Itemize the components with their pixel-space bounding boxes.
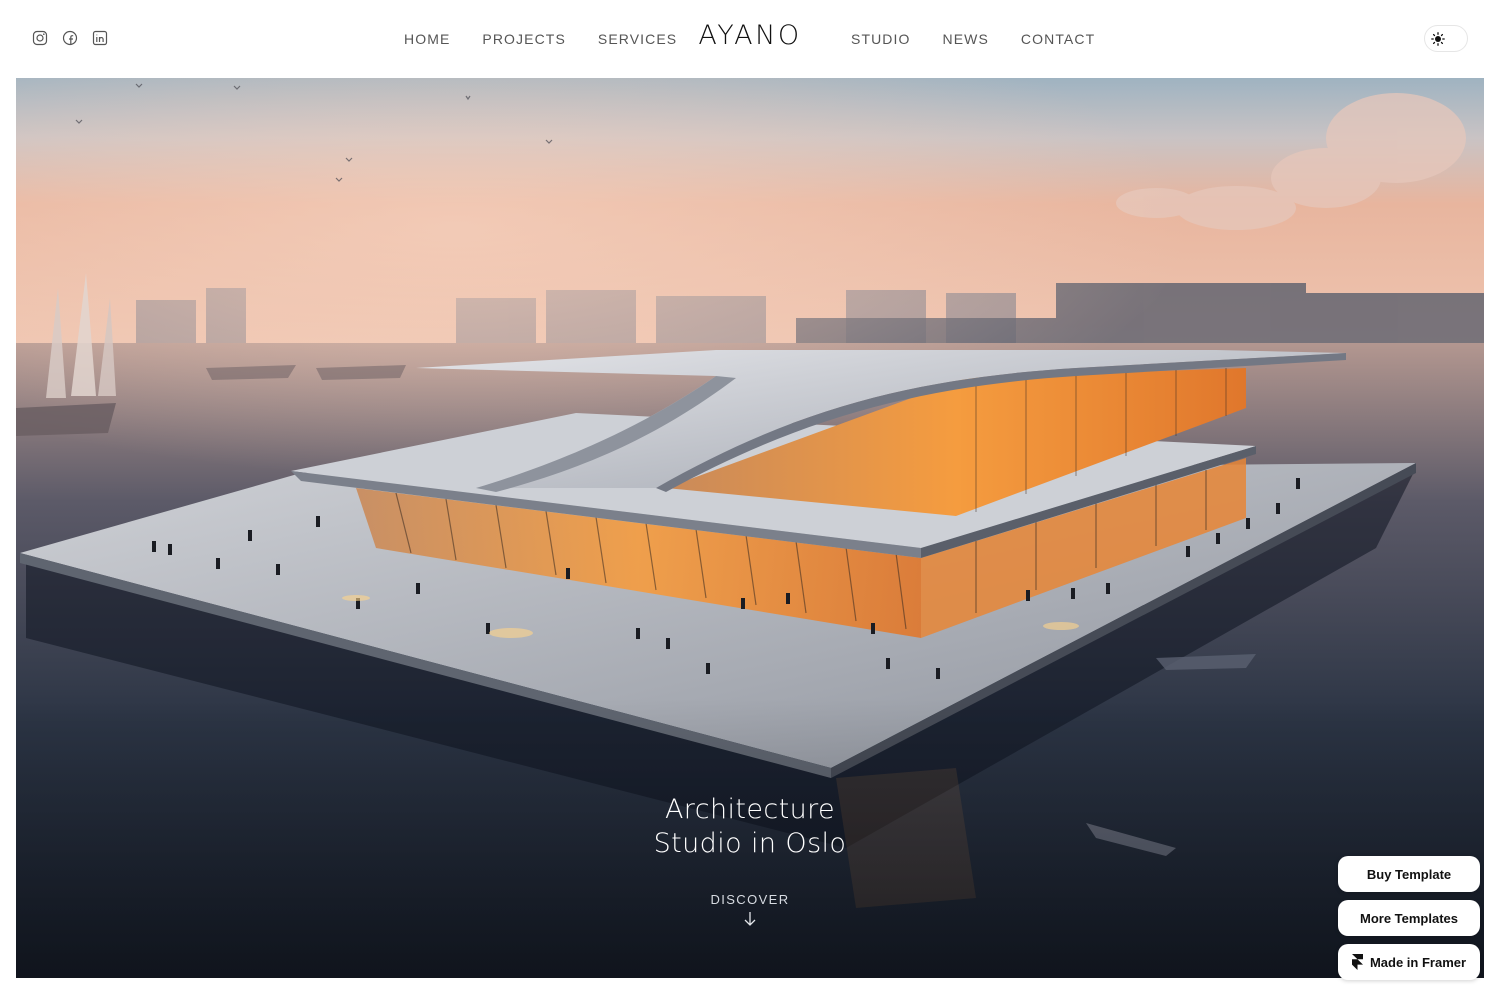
nav-projects[interactable]: PROJECTS [482,30,565,48]
more-templates-button[interactable]: More Templates [1338,900,1480,936]
nav-news[interactable]: NEWS [943,30,989,48]
primary-nav-right: STUDIO NEWS CONTACT [851,30,1095,48]
discover-link[interactable]: DISCOVER [16,892,1484,927]
instagram-icon[interactable] [32,30,48,46]
framer-icon [1351,954,1363,970]
theme-toggle[interactable] [1424,25,1468,52]
hero-title-line-1: Architecture [664,794,836,825]
primary-nav-left: HOME PROJECTS SERVICES [404,30,677,48]
social-links [32,30,108,46]
made-in-framer-button[interactable]: Made in Framer [1338,944,1480,980]
made-in-framer-label: Made in Framer [1369,954,1467,970]
sun-icon [1431,32,1445,46]
logo-wrapper: AYANO [0,20,1500,51]
hero-title: Architecture Studio in Oslo [16,793,1484,861]
buy-template-label: Buy Template [1366,866,1452,882]
nav-services[interactable]: SERVICES [598,30,677,48]
linkedin-icon[interactable] [92,30,108,46]
nav-studio[interactable]: STUDIO [851,30,911,48]
arrow-down-icon[interactable] [743,911,757,927]
site-logo[interactable]: AYANO [698,20,801,51]
nav-contact[interactable]: CONTACT [1021,30,1095,48]
facebook-icon[interactable] [62,30,78,46]
hero-section: Architecture Studio in Oslo DISCOVER [16,78,1484,978]
buy-template-button[interactable]: Buy Template [1338,856,1480,892]
more-templates-label: More Templates [1359,910,1458,926]
site-header: HOME PROJECTS SERVICES AYANO STUDIO NEWS… [0,0,1500,78]
discover-label[interactable]: DISCOVER [16,892,1484,907]
hero-title-line-2: Studio in Oslo [653,828,847,859]
nav-home[interactable]: HOME [404,30,450,48]
